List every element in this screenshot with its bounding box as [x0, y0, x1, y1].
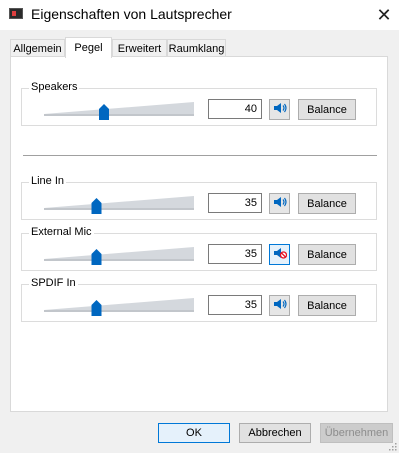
slider-baseline — [44, 114, 194, 116]
volume-value-field[interactable]: 40 — [208, 99, 262, 119]
speaker-properties-icon — [9, 8, 23, 19]
slider-baseline — [44, 259, 194, 261]
balance-button[interactable]: Balance — [298, 193, 356, 214]
mute-toggle-button[interactable] — [269, 295, 290, 316]
speaker-icon — [273, 196, 287, 211]
volume-slider[interactable] — [42, 194, 196, 216]
tab-pegel[interactable]: Pegel — [65, 37, 112, 58]
balance-button[interactable]: Balance — [298, 295, 356, 316]
channel-group-spdif-in: SPDIF In 35 Balance — [21, 277, 377, 322]
title-bar: Eigenschaften von Lautsprecher ✕ — [0, 0, 399, 30]
volume-value-field[interactable]: 35 — [208, 244, 262, 264]
mute-toggle-button[interactable] — [269, 244, 290, 265]
slider-thumb — [99, 104, 109, 120]
balance-button[interactable]: Balance — [298, 244, 356, 265]
levels-panel: Speakers 40 Balance Line In 35 Balance E… — [10, 56, 388, 412]
channel-group-line-in: Line In 35 Balance — [21, 175, 377, 220]
channel-group-speakers: Speakers 40 Balance — [21, 81, 377, 126]
speaker-icon — [273, 102, 287, 117]
channel-group-external-mic: External Mic 35 Balance — [21, 226, 377, 271]
resize-grip-icon[interactable] — [387, 441, 397, 451]
speaker-icon — [273, 298, 287, 313]
tab-erweitert[interactable]: Erweitert — [112, 39, 167, 57]
apply-button[interactable]: Übernehmen — [320, 423, 393, 443]
slider-track — [44, 102, 194, 114]
balance-button[interactable]: Balance — [298, 99, 356, 120]
volume-value-field[interactable]: 35 — [208, 295, 262, 315]
channel-label: SPDIF In — [29, 277, 78, 289]
channel-label: External Mic — [29, 226, 94, 238]
volume-slider[interactable] — [42, 245, 196, 267]
slider-thumb — [91, 198, 102, 214]
mute-toggle-button[interactable] — [269, 99, 290, 120]
slider-track — [44, 196, 194, 208]
cancel-button[interactable]: Abbrechen — [239, 423, 311, 443]
volume-slider[interactable] — [42, 100, 196, 122]
channel-label: Speakers — [29, 81, 80, 93]
ok-button[interactable]: OK — [158, 423, 230, 443]
channel-label: Line In — [29, 175, 67, 187]
slider-baseline — [44, 310, 194, 312]
slider-track — [44, 247, 194, 259]
tab-allgemein[interactable]: Allgemein — [10, 39, 65, 57]
slider-thumb — [91, 300, 102, 316]
slider-baseline — [44, 208, 194, 210]
tab-raumklang[interactable]: Raumklang — [167, 39, 226, 57]
speaker-muted-icon — [273, 247, 287, 262]
volume-slider[interactable] — [42, 296, 196, 318]
slider-thumb — [91, 249, 102, 265]
volume-value-field[interactable]: 35 — [208, 193, 262, 213]
mute-toggle-button[interactable] — [269, 193, 290, 214]
slider-track — [44, 298, 194, 310]
close-button[interactable]: ✕ — [369, 0, 399, 30]
window-title: Eigenschaften von Lautsprecher — [31, 6, 232, 22]
separator-line — [23, 155, 377, 156]
